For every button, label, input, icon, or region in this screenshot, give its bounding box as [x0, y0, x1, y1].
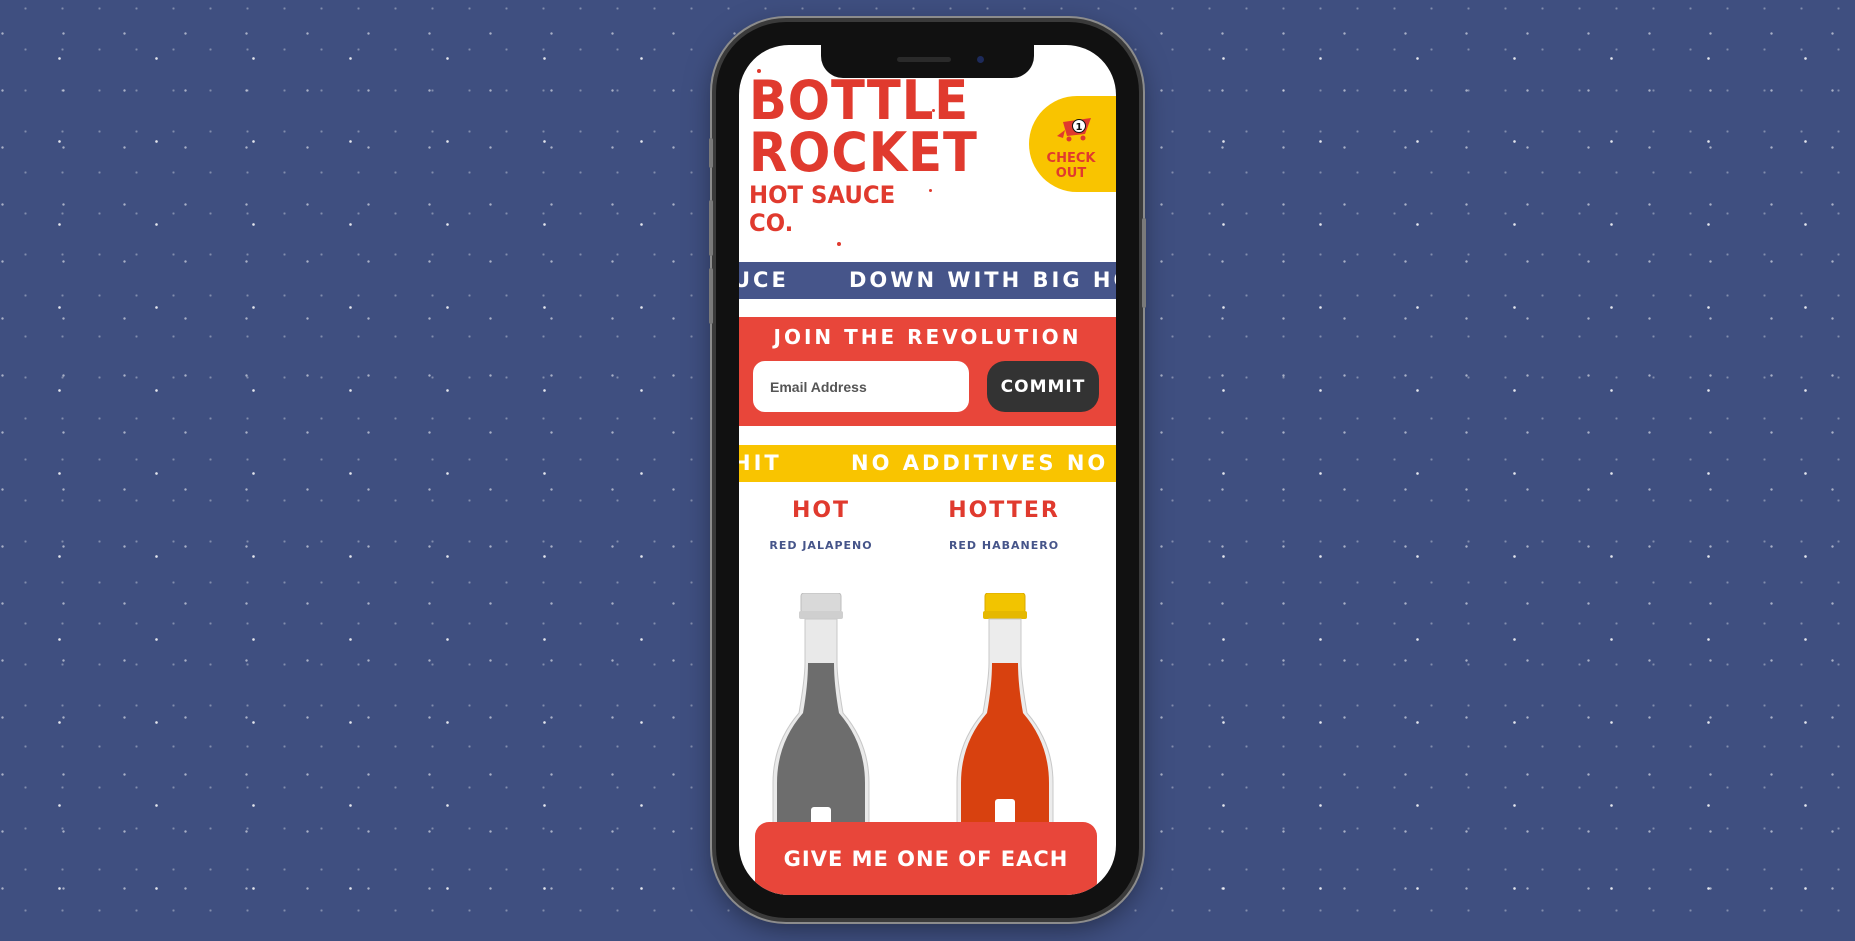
marquee-banner-bottom: HIT NO ADDITIVES NO BUL — [739, 445, 1116, 482]
cart-count: 1 — [1076, 122, 1083, 133]
product-card-hotter[interactable]: HOTTER RED HABANERO — [924, 495, 1084, 552]
phone-notch — [821, 45, 1034, 78]
product-variety: RED HABANERO — [948, 539, 1060, 552]
logo-line-rocket: ROCKET — [749, 121, 978, 184]
phone-screen: BOTTLE ROCKET HOT SAUCE CO. 1 CHECK OUT — [739, 45, 1116, 895]
marquee-text: UCE — [739, 268, 789, 292]
brand-logo[interactable]: BOTTLE ROCKET HOT SAUCE CO. — [749, 69, 978, 275]
phone-volume-down — [709, 268, 713, 324]
checkout-label-line1: CHECK — [1046, 151, 1096, 166]
marquee-text: NO ADDITIVES NO BUL — [851, 451, 1116, 475]
phone-volume-up — [709, 200, 713, 256]
email-input[interactable] — [753, 361, 969, 412]
marquee-text: HIT — [739, 451, 782, 475]
logo-splatter — [917, 157, 920, 160]
checkout-label-line2: OUT — [1055, 166, 1087, 181]
logo-splatter — [932, 109, 935, 112]
phone-power-button — [1142, 218, 1146, 308]
newsletter-signup: JOIN THE REVOLUTION COMMIT — [739, 317, 1116, 426]
checkout-button[interactable]: 1 CHECK OUT — [1029, 96, 1116, 192]
speaker-grille — [897, 57, 951, 62]
logo-splatter — [837, 242, 841, 246]
product-name: HOTTER — [948, 498, 1060, 523]
logo-splatter — [757, 69, 761, 73]
phone-frame: BOTTLE ROCKET HOT SAUCE CO. 1 CHECK OUT — [709, 22, 1146, 918]
product-card-hot[interactable]: HOT RED JALAPENO — [741, 495, 901, 552]
signup-title: JOIN THE REVOLUTION — [773, 325, 1082, 349]
phone-silent-switch — [709, 138, 713, 168]
logo-splatter — [929, 189, 932, 192]
logo-line-hot-sauce-co: HOT SAUCE CO. — [749, 181, 896, 237]
give-me-one-of-each-button[interactable]: GIVE ME ONE OF EACH — [755, 822, 1097, 895]
logo-line-bottle: BOTTLE — [749, 69, 970, 132]
rocket-cart-icon: 1 — [1057, 118, 1091, 142]
product-name: HOT — [791, 498, 851, 523]
checkout-label: CHECK OUT — [1043, 151, 1099, 181]
camera-icon — [977, 56, 984, 63]
marquee-banner-top: UCE DOWN WITH BIG HOT S — [739, 262, 1116, 299]
commit-button[interactable]: COMMIT — [987, 361, 1099, 412]
marquee-text: DOWN WITH BIG HOT S — [849, 268, 1116, 292]
product-variety: RED JALAPENO — [769, 539, 873, 552]
